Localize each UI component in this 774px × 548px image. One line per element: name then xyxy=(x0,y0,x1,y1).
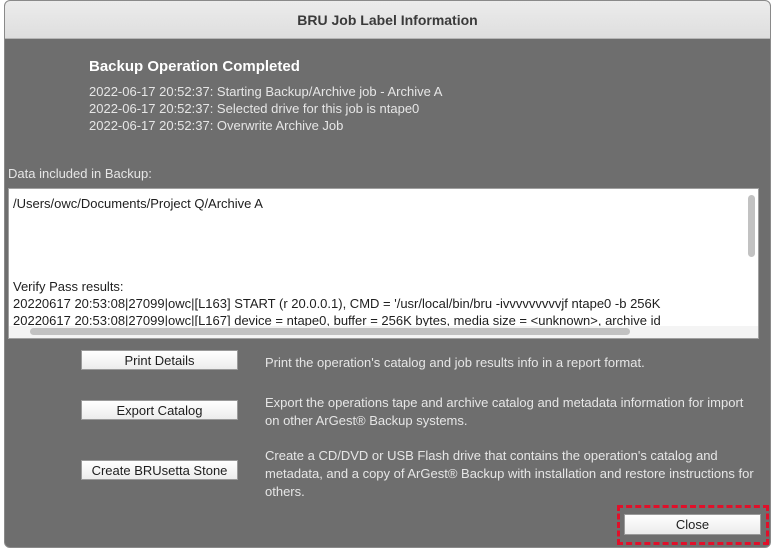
export-catalog-button[interactable]: Export Catalog xyxy=(81,400,238,420)
status-heading: Backup Operation Completed xyxy=(89,58,300,75)
verify-heading: Verify Pass results: xyxy=(13,279,124,294)
verify-line: 20220617 20:53:08|27099|owc|[L163] START… xyxy=(13,296,661,311)
create-brusetta-stone-description: Create a CD/DVD or USB Flash drive that … xyxy=(265,448,754,499)
close-button-highlight xyxy=(617,505,769,545)
data-included-label: Data included in Backup: xyxy=(8,166,152,181)
create-brusetta-stone-button[interactable]: Create BRUsetta Stone xyxy=(81,460,238,480)
status-log: 2022-06-17 20:52:37: Starting Backup/Arc… xyxy=(89,83,442,134)
log-line: 2022-06-17 20:52:37: Selected drive for … xyxy=(89,101,420,116)
window-title: BRU Job Label Information xyxy=(297,11,478,28)
log-line: 2022-06-17 20:52:37: Starting Backup/Arc… xyxy=(89,84,443,99)
horizontal-scrollbar[interactable] xyxy=(30,328,630,335)
job-label-window: BRU Job Label Information Backup Operati… xyxy=(4,0,771,548)
vertical-scrollbar[interactable] xyxy=(748,195,755,257)
title-bar[interactable]: BRU Job Label Information xyxy=(5,1,770,39)
print-details-description: Print the operation's catalog and job re… xyxy=(265,355,645,370)
print-details-button[interactable]: Print Details xyxy=(81,350,238,370)
export-catalog-description: Export the operations tape and archive c… xyxy=(265,395,744,428)
backup-path: /Users/owc/Documents/Project Q/Archive A xyxy=(13,196,263,211)
data-details-box[interactable]: /Users/owc/Documents/Project Q/Archive A… xyxy=(8,188,759,339)
log-line: 2022-06-17 20:52:37: Overwrite Archive J… xyxy=(89,118,344,133)
verify-results: Verify Pass results: 20220617 20:53:08|2… xyxy=(13,278,661,329)
